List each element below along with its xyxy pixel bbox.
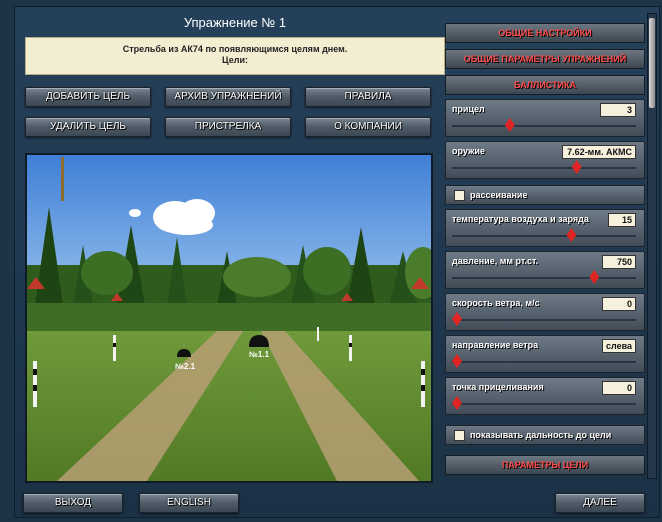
param-wind-direction: направление ветра слева: [445, 335, 645, 373]
general-params-header[interactable]: ОБЩИЕ ПАРАМЕТРЫ УПРАЖНЕНИЙ: [445, 49, 645, 69]
scrollbar-thumb[interactable]: [649, 18, 655, 108]
param-temperature: температура воздуха и заряда 15: [445, 209, 645, 247]
param-label: направление ветра: [452, 340, 539, 350]
settings-panel: ОБЩИЕ НАСТРОЙКИ ОБЩИЕ ПАРАМЕТРЫ УПРАЖНЕН…: [445, 13, 645, 479]
param-label: давление, мм рт.ст.: [452, 256, 539, 266]
targets-label: Цели:: [222, 55, 248, 65]
param-pressure: давление, мм рт.ст. 750: [445, 251, 645, 289]
param-value-field[interactable]: 0: [602, 297, 636, 311]
param-label: прицел: [452, 104, 485, 114]
param-value-field[interactable]: слева: [602, 339, 636, 353]
param-value-field[interactable]: 3: [600, 103, 636, 117]
hedge: [27, 303, 431, 331]
scatter-row: рассеивание: [445, 185, 645, 205]
show-distance-label: показывать дальность до цели: [470, 430, 612, 440]
param-value-field[interactable]: 15: [608, 213, 636, 227]
param-value-field[interactable]: 0: [602, 381, 636, 395]
next-button[interactable]: ДАЛЕЕ: [555, 493, 645, 513]
ballistics-header[interactable]: БАЛЛИСТИКА: [445, 75, 645, 95]
scatter-label: рассеивание: [470, 190, 528, 200]
flag-pole: [61, 157, 64, 201]
slider-thumb[interactable]: [452, 396, 462, 410]
param-value-field[interactable]: 7.62-мм. АКМС: [562, 145, 636, 159]
english-button[interactable]: ENGLISH: [139, 493, 239, 513]
target-params-header[interactable]: ПАРАМЕТРЫ ЦЕЛИ: [445, 455, 645, 475]
range-scene[interactable]: №2.1 №1.1: [25, 153, 433, 483]
rules-button[interactable]: ПРАВИЛА: [305, 87, 431, 107]
param-label: температура воздуха и заряда: [452, 214, 589, 224]
slider-track[interactable]: [452, 125, 636, 127]
slider-thumb[interactable]: [452, 312, 462, 326]
slider-thumb[interactable]: [589, 270, 600, 284]
param-value-field[interactable]: 750: [602, 255, 636, 269]
target-label: №2.1: [175, 362, 196, 371]
exit-button[interactable]: ВЫХОД: [23, 493, 123, 513]
app-window: Упражнение № 1 Стрельба из АК74 по появл…: [14, 6, 660, 518]
slider-track[interactable]: [452, 319, 636, 321]
param-label: оружие: [452, 146, 485, 156]
panel-scrollbar[interactable]: [647, 13, 657, 479]
param-label: скорость ветра, м/с: [452, 298, 540, 308]
slider-thumb[interactable]: [504, 118, 515, 132]
param-sight: прицел 3: [445, 99, 645, 137]
slider-thumb[interactable]: [571, 160, 582, 174]
slider-track[interactable]: [452, 403, 636, 405]
slider-thumb[interactable]: [566, 228, 577, 242]
general-settings-header[interactable]: ОБЩИЕ НАСТРОЙКИ: [445, 23, 645, 43]
param-wind-speed: скорость ветра, м/с 0: [445, 293, 645, 331]
target-label: №1.1: [249, 350, 270, 359]
footer-bar: ВЫХОД ENGLISH ДАЛЕЕ: [15, 487, 661, 519]
show-distance-row: показывать дальность до цели: [445, 425, 645, 445]
param-weapon: оружие 7.62-мм. АКМС: [445, 141, 645, 179]
about-button[interactable]: О КОМПАНИИ: [305, 117, 431, 137]
slider-track[interactable]: [452, 277, 636, 279]
archive-button[interactable]: АРХИВ УПРАЖНЕНИЙ: [165, 87, 291, 107]
range-illustration: №2.1 №1.1: [27, 155, 431, 481]
param-label: точка прицеливания: [452, 382, 544, 392]
param-aim-point: точка прицеливания 0: [445, 377, 645, 415]
show-distance-checkbox[interactable]: [454, 430, 465, 441]
slider-thumb[interactable]: [452, 354, 462, 368]
delete-target-button[interactable]: УДАЛИТЬ ЦЕЛЬ: [25, 117, 151, 137]
slider-track[interactable]: [452, 167, 636, 169]
zeroing-button[interactable]: ПРИСТРЕЛКА: [165, 117, 291, 137]
page-title: Упражнение № 1: [183, 15, 287, 30]
task-line: Стрельба из АК74 по появляющимся целям д…: [122, 44, 348, 54]
slider-track[interactable]: [452, 235, 636, 237]
add-target-button[interactable]: ДОБАВИТЬ ЦЕЛЬ: [25, 87, 151, 107]
task-description: Стрельба из АК74 по появляющимся целям д…: [25, 37, 445, 75]
slider-track[interactable]: [452, 361, 636, 363]
scatter-checkbox[interactable]: [454, 190, 465, 201]
